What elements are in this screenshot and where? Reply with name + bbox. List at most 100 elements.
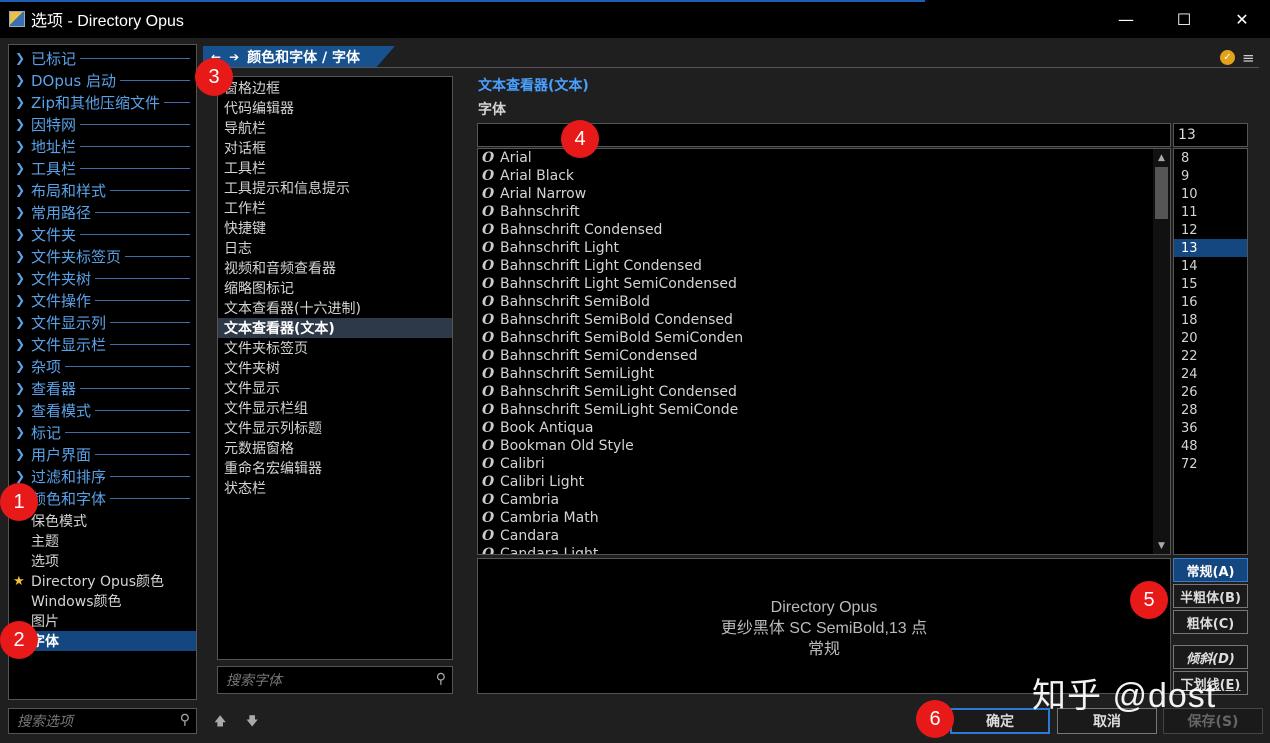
category-item[interactable]: 元数据窗格 xyxy=(218,438,452,458)
chevron-right-icon[interactable]: ❯ xyxy=(9,95,31,109)
chevron-right-icon[interactable]: ❯ xyxy=(9,315,31,329)
font-list-item[interactable]: O Bookman Old Style xyxy=(482,437,634,455)
font-list-item[interactable]: O Bahnschrift Light Condensed xyxy=(482,257,702,275)
search-fonts-input[interactable]: 搜索字体 ⚲ xyxy=(217,666,453,694)
tree-section-item[interactable]: ❯ 文件夹树 xyxy=(9,267,196,289)
font-size-item[interactable]: 22 xyxy=(1174,347,1247,365)
regular-style-button[interactable]: 常规(A) xyxy=(1173,558,1248,582)
tree-subitem[interactable]: 保色模式 xyxy=(9,511,196,531)
tree-section-item[interactable]: ❯ DOpus 启动 xyxy=(9,69,196,91)
forward-arrow-icon[interactable]: ➔ xyxy=(229,50,239,64)
maximize-button[interactable]: ☐ xyxy=(1155,0,1213,38)
font-size-item[interactable]: 28 xyxy=(1174,401,1247,419)
font-size-item[interactable]: 11 xyxy=(1174,203,1247,221)
chevron-right-icon[interactable]: ❯ xyxy=(9,117,31,131)
category-item[interactable]: 导航栏 xyxy=(218,118,452,138)
chevron-right-icon[interactable]: ❯ xyxy=(9,51,31,65)
font-size-item[interactable]: 36 xyxy=(1174,419,1247,437)
font-list-item[interactable]: O Cambria xyxy=(482,491,559,509)
chevron-right-icon[interactable]: ❯ xyxy=(9,227,31,241)
font-list-item[interactable]: O Arial xyxy=(482,149,532,167)
font-list-item[interactable]: O Bahnschrift SemiBold SemiConden xyxy=(482,329,743,347)
chevron-right-icon[interactable]: ❯ xyxy=(9,161,31,175)
font-list-item[interactable]: O Bahnschrift Condensed xyxy=(482,221,662,239)
font-size-item[interactable]: 26 xyxy=(1174,383,1247,401)
font-size-item[interactable]: 8 xyxy=(1174,149,1247,167)
tree-subitem[interactable]: 选项 xyxy=(9,551,196,571)
font-size-item[interactable]: 72 xyxy=(1174,455,1247,473)
tree-section-item[interactable]: ❯ 已标记 xyxy=(9,47,196,69)
category-item[interactable]: 窗格边框 xyxy=(218,78,452,98)
category-item[interactable]: 代码编辑器 xyxy=(218,98,452,118)
tree-section-item[interactable]: ❯ Zip和其他压缩文件 xyxy=(9,91,196,113)
tree-section-item[interactable]: ❯ 标记 xyxy=(9,421,196,443)
tree-section-item[interactable]: ❯ 布局和样式 xyxy=(9,179,196,201)
tree-section-item[interactable]: ❯ 文件夹标签页 xyxy=(9,245,196,267)
options-tree[interactable]: ❯ 已标记 ❯ DOpus 启动 ❯ Zip和其他压缩文件 ❯ 因特网 ❯ 地址栏 ❯ 工具栏 ❯ 布局和… xyxy=(8,44,197,700)
category-item[interactable]: 文件显示列标题 xyxy=(218,418,452,438)
font-size-item[interactable]: 13 xyxy=(1174,239,1247,257)
category-item[interactable]: 状态栏 xyxy=(218,478,452,498)
tree-subitem[interactable]: Windows颜色 xyxy=(9,591,196,611)
tree-section-item[interactable]: ❯ 用户界面 xyxy=(9,443,196,465)
font-list-item[interactable]: O Calibri xyxy=(482,455,545,473)
font-size-item[interactable]: 12 xyxy=(1174,221,1247,239)
move-up-icon[interactable]: 🡅 xyxy=(214,712,226,733)
chevron-right-icon[interactable]: ❯ xyxy=(9,359,31,373)
font-list-item[interactable]: O Bahnschrift SemiBold Condensed xyxy=(482,311,733,329)
chevron-right-icon[interactable]: ❯ xyxy=(9,381,31,395)
font-category-list[interactable]: 窗格边框 代码编辑器 导航栏 对话框 工具栏 工具提示和信息提示 工作栏 快捷键 日志 视频和音频… xyxy=(217,76,453,660)
font-size-item[interactable]: 14 xyxy=(1174,257,1247,275)
chevron-right-icon[interactable]: ❯ xyxy=(9,469,31,483)
font-size-item[interactable]: 48 xyxy=(1174,437,1247,455)
font-list-item[interactable]: O Bahnschrift SemiLight SemiConde xyxy=(482,401,738,419)
category-item[interactable]: 文本查看器(十六进制) xyxy=(218,298,452,318)
tree-section-item[interactable]: ❯ 文件夹 xyxy=(9,223,196,245)
font-list-item[interactable]: O Bahnschrift Light xyxy=(482,239,619,257)
font-size-item[interactable]: 20 xyxy=(1174,329,1247,347)
chevron-right-icon[interactable]: ❯ xyxy=(9,183,31,197)
font-size-item[interactable]: 18 xyxy=(1174,311,1247,329)
scroll-up-icon[interactable]: ▲ xyxy=(1153,149,1170,166)
search-options-input[interactable]: 搜索选项 ⚲ xyxy=(8,708,197,734)
font-list-item[interactable]: O Bahnschrift SemiBold xyxy=(482,293,650,311)
tree-subitem[interactable]: ★ Directory Opus颜色 xyxy=(9,571,196,591)
font-list-item[interactable]: O Arial Narrow xyxy=(482,185,586,203)
tree-subitem[interactable]: 图片 xyxy=(9,611,196,631)
tree-section-item[interactable]: ❯ 常用路径 xyxy=(9,201,196,223)
font-list-item[interactable]: O Bahnschrift SemiLight xyxy=(482,365,654,383)
chevron-right-icon[interactable]: ❯ xyxy=(9,249,31,263)
category-item[interactable]: 日志 xyxy=(218,238,452,258)
tree-subitem[interactable]: 主题 xyxy=(9,531,196,551)
category-item[interactable]: 快捷键 xyxy=(218,218,452,238)
chevron-right-icon[interactable]: ❯ xyxy=(9,271,31,285)
tree-section-item[interactable]: ❯ 地址栏 xyxy=(9,135,196,157)
semibold-style-button[interactable]: 半粗体(B) xyxy=(1173,584,1248,608)
font-size-input[interactable]: 13 xyxy=(1173,123,1248,147)
font-list-scrollbar[interactable]: ▲ ▼ xyxy=(1153,149,1170,554)
category-item[interactable]: 文件显示栏组 xyxy=(218,398,452,418)
chevron-right-icon[interactable]: ❯ xyxy=(9,425,31,439)
chevron-right-icon[interactable]: ❯ xyxy=(9,73,31,87)
chevron-right-icon[interactable]: ❯ xyxy=(9,337,31,351)
category-item[interactable]: 文件夹树 xyxy=(218,358,452,378)
category-item[interactable]: 工作栏 xyxy=(218,198,452,218)
font-size-item[interactable]: 10 xyxy=(1174,185,1247,203)
category-item[interactable]: 工具提示和信息提示 xyxy=(218,178,452,198)
chevron-right-icon[interactable]: ❯ xyxy=(9,403,31,417)
font-list-item[interactable]: O Cambria Math xyxy=(482,509,599,527)
move-down-icon[interactable]: 🡇 xyxy=(246,712,258,733)
search-icon[interactable]: ⚲ xyxy=(436,671,446,687)
tree-section-item[interactable]: ❯ 工具栏 xyxy=(9,157,196,179)
font-list-item[interactable]: O Bahnschrift SemiCondensed xyxy=(482,347,697,365)
font-list-item[interactable]: O Candara Light xyxy=(482,545,598,554)
tree-section-item[interactable]: ❯ 杂项 xyxy=(9,355,196,377)
chevron-right-icon[interactable]: ❯ xyxy=(9,293,31,307)
menu-icon[interactable]: ≡ xyxy=(1242,49,1255,67)
italic-style-button[interactable]: 倾斜(D) xyxy=(1173,645,1248,669)
scroll-thumb[interactable] xyxy=(1155,167,1168,219)
font-size-item[interactable]: 16 xyxy=(1174,293,1247,311)
chevron-right-icon[interactable]: ❯ xyxy=(9,205,31,219)
category-item[interactable]: 视频和音频查看器 xyxy=(218,258,452,278)
font-list-item[interactable]: O Bahnschrift SemiLight Condensed xyxy=(482,383,737,401)
